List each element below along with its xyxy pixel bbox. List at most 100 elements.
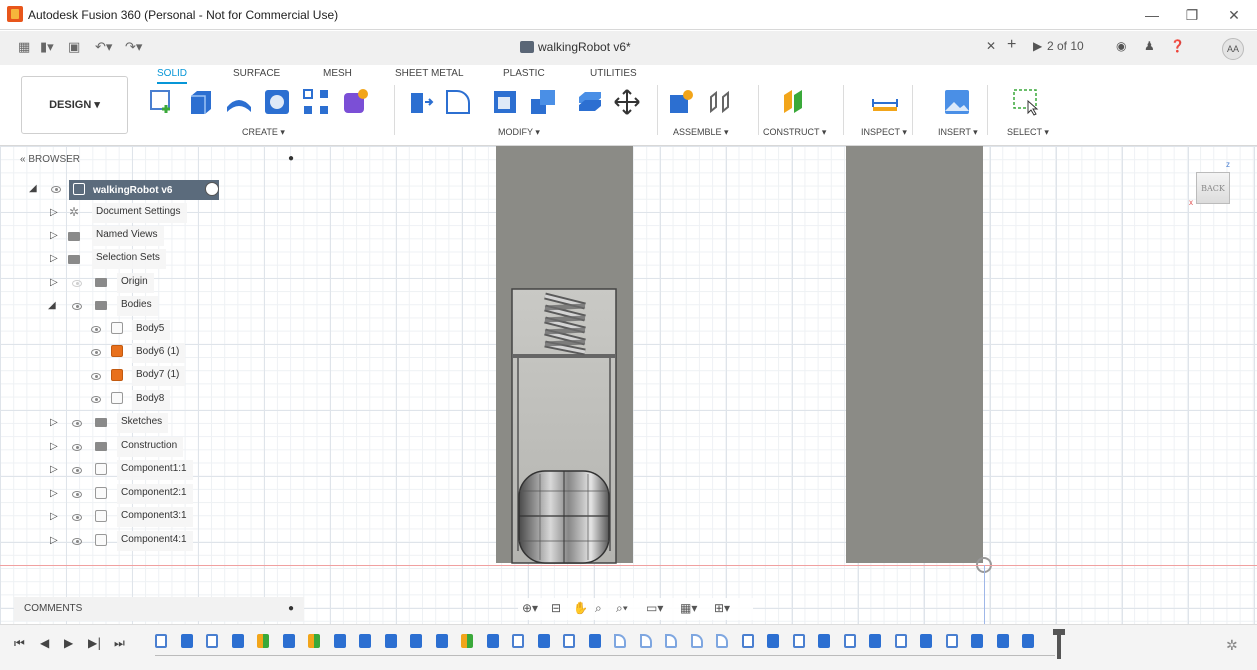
file-menu-icon[interactable]: ▮▾ xyxy=(40,40,54,55)
job-status-counter[interactable]: 2 of 10 xyxy=(1047,39,1084,53)
close-tab-icon[interactable]: ✕ xyxy=(986,39,996,53)
timeline-feature-fillet-icon[interactable] xyxy=(639,634,652,648)
timeline-feature-plane-icon[interactable] xyxy=(461,634,473,648)
visibility-eye-icon[interactable] xyxy=(51,186,61,193)
model-canvas[interactable] xyxy=(0,146,1257,624)
expand-triangle-icon[interactable]: ▷ xyxy=(50,441,58,452)
timeline-feature-sketch-icon[interactable] xyxy=(155,634,167,648)
save-icon[interactable]: ▣ xyxy=(68,40,80,55)
browser-item-selection-sets[interactable]: Selection Sets xyxy=(92,249,166,269)
timeline-feature-body-icon[interactable] xyxy=(869,634,881,648)
timeline-feature-sketch-icon[interactable] xyxy=(512,634,524,648)
job-status-icon[interactable]: ▶ xyxy=(1033,39,1042,53)
go-to-start-icon[interactable]: ⏮ xyxy=(14,636,25,651)
timeline-feature-sketch-icon[interactable] xyxy=(945,634,958,648)
press-pull-icon[interactable] xyxy=(405,87,435,117)
pattern-icon[interactable] xyxy=(301,87,331,117)
user-avatar[interactable]: AA xyxy=(1222,38,1244,60)
timeline-feature-body-icon[interactable] xyxy=(384,634,397,648)
new-tab-icon[interactable]: + xyxy=(1007,36,1016,54)
expand-triangle-icon[interactable]: ▷ xyxy=(50,253,58,264)
notifications-icon[interactable]: ♟ xyxy=(1144,39,1155,53)
move-copy-icon[interactable] xyxy=(612,87,642,117)
look-at-icon[interactable]: ⊟ xyxy=(551,601,561,615)
timeline-feature-plane-icon[interactable] xyxy=(308,634,320,648)
browser-root-component[interactable]: walkingRobot v6 xyxy=(69,180,219,200)
redo-icon[interactable]: ↷▾ xyxy=(125,40,142,55)
joint-icon[interactable] xyxy=(705,87,735,117)
tab-surface[interactable]: SURFACE xyxy=(233,68,280,79)
timeline-settings-gear-icon[interactable]: ✲ xyxy=(1226,637,1238,654)
expand-triangle-icon[interactable]: ▷ xyxy=(50,535,58,546)
browser-item-named-views[interactable]: Named Views xyxy=(92,226,164,246)
hole-icon[interactable] xyxy=(262,87,292,117)
minimize-button[interactable]: — xyxy=(1137,5,1167,25)
visibility-eye-icon[interactable] xyxy=(72,420,82,427)
tab-sheet-metal[interactable]: SHEET METAL xyxy=(395,68,464,79)
collapse-triangle-icon[interactable]: ◢ xyxy=(48,300,56,311)
timeline-marker[interactable] xyxy=(1057,631,1061,659)
close-button[interactable]: ✕ xyxy=(1219,5,1249,25)
browser-item-body8[interactable]: Body8 xyxy=(132,390,171,410)
construct-group-label[interactable]: CONSTRUCT ▾ xyxy=(763,127,826,138)
zoom-icon[interactable]: ⌕ xyxy=(595,601,602,616)
timeline-feature-plane-icon[interactable] xyxy=(257,634,269,648)
tab-plastic[interactable]: PLASTIC xyxy=(503,68,545,79)
expand-triangle-icon[interactable]: ▷ xyxy=(50,488,58,499)
create-sketch-icon[interactable] xyxy=(147,87,177,117)
graphics-viewport[interactable] xyxy=(0,146,1257,624)
timeline-feature-sketch-icon[interactable] xyxy=(741,634,754,648)
browser-item-body6[interactable]: Body6 (1) xyxy=(132,343,186,363)
timeline-feature-body-icon[interactable] xyxy=(231,634,244,648)
collapse-triangle-icon[interactable]: ◢ xyxy=(29,183,37,194)
visibility-eye-icon[interactable] xyxy=(72,467,82,474)
browser-item-body5[interactable]: Body5 xyxy=(132,320,171,340)
timeline-feature-sketch-icon[interactable] xyxy=(206,634,218,648)
browser-item-origin[interactable]: Origin xyxy=(117,273,154,293)
expand-triangle-icon[interactable]: ▷ xyxy=(50,464,58,475)
undo-icon[interactable]: ↶▾ xyxy=(95,40,112,55)
expand-triangle-icon[interactable]: ▷ xyxy=(50,277,58,288)
browser-item-sketches[interactable]: Sketches xyxy=(117,413,169,433)
expand-triangle-icon[interactable]: ▷ xyxy=(50,417,58,428)
visibility-eye-icon[interactable] xyxy=(72,444,82,451)
timeline-feature-body-icon[interactable] xyxy=(818,634,830,648)
tab-mesh[interactable]: MESH xyxy=(323,68,352,79)
timeline-feature-pattern-icon[interactable] xyxy=(359,634,371,648)
timeline-feature-body-icon[interactable] xyxy=(767,634,779,648)
create-group-label[interactable]: CREATE ▾ xyxy=(242,127,285,138)
timeline-feature-body-icon[interactable] xyxy=(435,634,448,648)
viewports-icon[interactable]: ⊞▾ xyxy=(714,601,730,615)
browser-item-component4[interactable]: Component4:1 xyxy=(117,531,193,551)
step-forward-icon[interactable]: ▶| xyxy=(88,636,101,650)
timeline-feature-body-icon[interactable] xyxy=(537,634,550,648)
create-form-icon[interactable] xyxy=(340,87,370,117)
expand-triangle-icon[interactable]: ▷ xyxy=(50,207,58,218)
shell-icon[interactable] xyxy=(490,87,520,117)
timeline-feature-fillet-icon[interactable] xyxy=(716,634,728,648)
step-back-icon[interactable]: ◀ xyxy=(40,636,49,650)
modify-group-label[interactable]: MODIFY ▾ xyxy=(498,127,540,138)
visibility-eye-icon[interactable] xyxy=(91,396,101,403)
fillet-icon[interactable] xyxy=(443,87,473,117)
browser-item-body7[interactable]: Body7 (1) xyxy=(132,366,186,386)
pin-icon[interactable]: ● xyxy=(288,153,294,164)
timeline-feature-body-icon[interactable] xyxy=(996,634,1009,648)
browser-item-component2[interactable]: Component2:1 xyxy=(117,484,193,504)
timeline-feature-sketch-icon[interactable] xyxy=(563,634,575,648)
timeline-feature-body-icon[interactable] xyxy=(971,634,983,648)
document-tab-title[interactable]: walkingRobot v6* xyxy=(538,40,631,54)
timeline-feature-fillet-icon[interactable] xyxy=(690,634,703,648)
browser-item-construction[interactable]: Construction xyxy=(117,437,184,457)
timeline-feature-body-icon[interactable] xyxy=(180,634,193,648)
timeline-feature-body-icon[interactable] xyxy=(282,634,295,648)
timeline-feature-body-icon[interactable] xyxy=(486,634,499,648)
help-icon[interactable]: ❓ xyxy=(1170,39,1185,53)
timeline-feature-sketch-icon[interactable] xyxy=(843,634,856,648)
browser-item-bodies[interactable]: Bodies xyxy=(117,296,158,316)
revolve-icon[interactable] xyxy=(224,87,254,117)
visibility-eye-icon[interactable] xyxy=(72,538,82,545)
tab-solid[interactable]: SOLID xyxy=(157,68,188,84)
browser-header[interactable]: « BROWSER ● xyxy=(14,150,304,172)
visibility-eye-icon[interactable] xyxy=(91,326,101,333)
